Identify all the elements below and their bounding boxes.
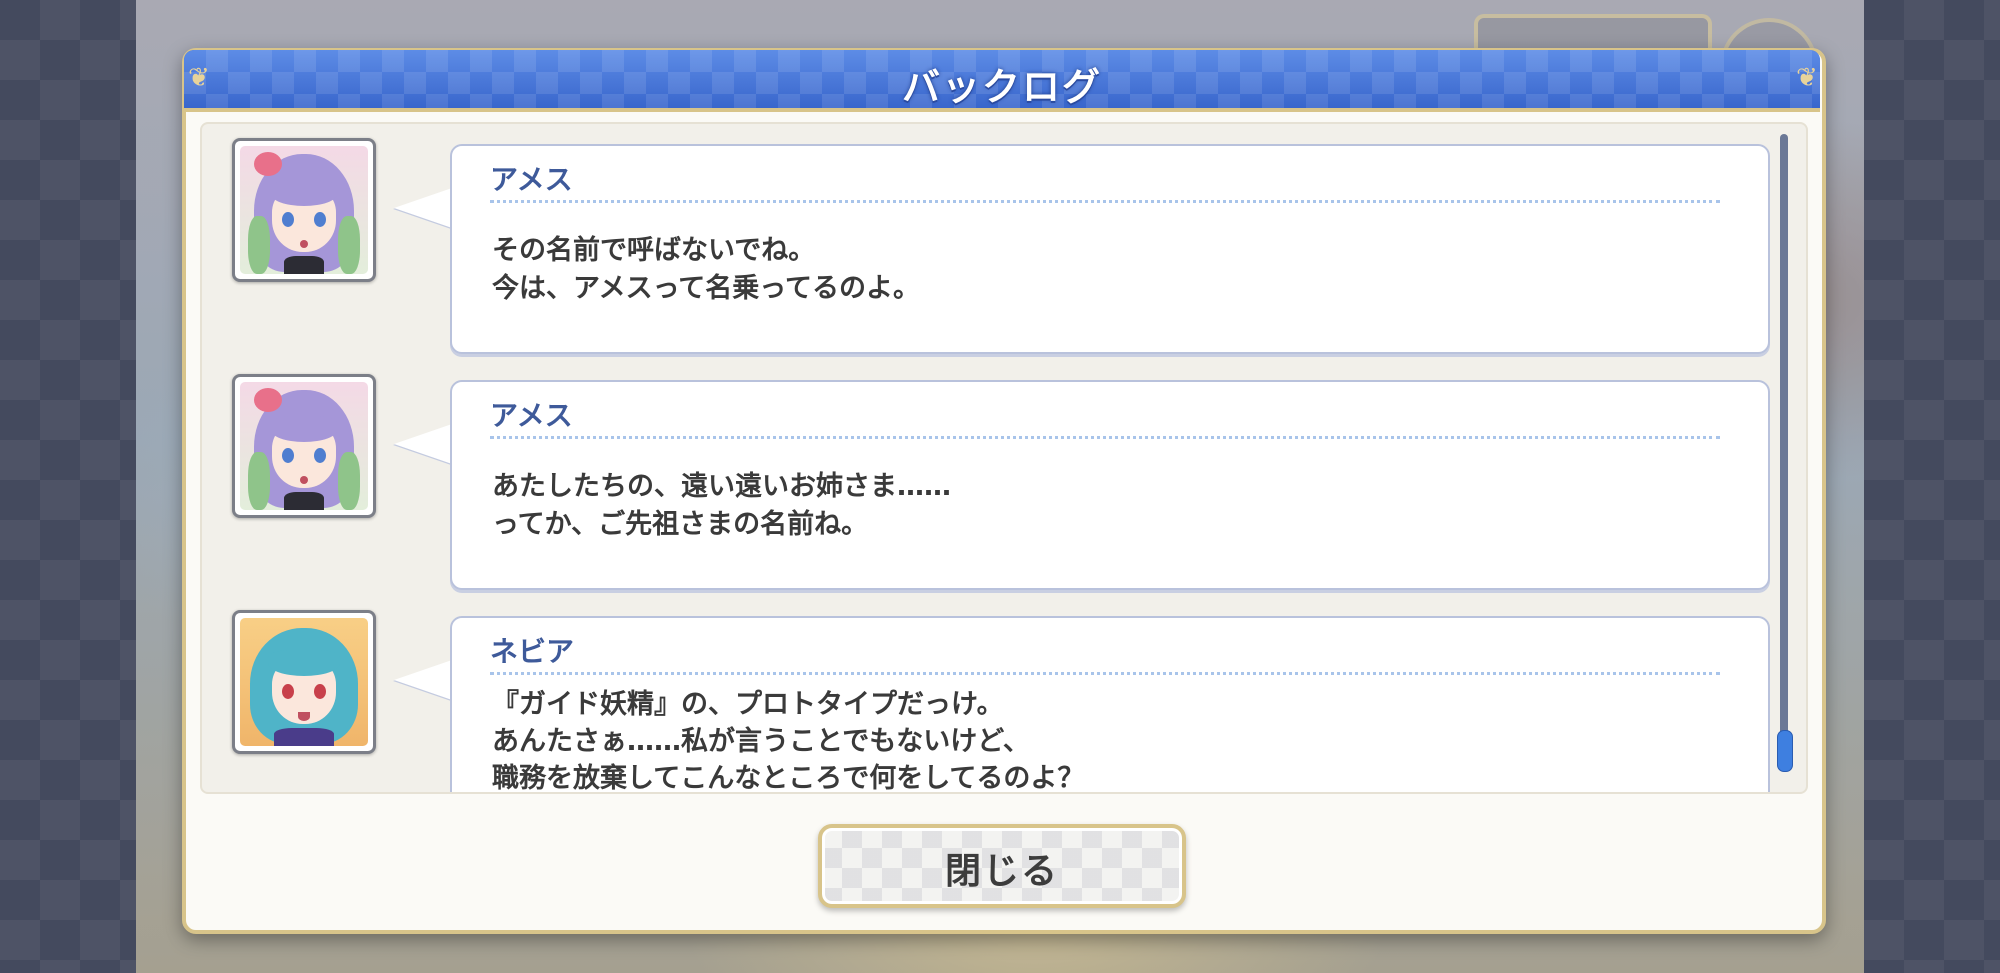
amesu-portrait-icon (232, 138, 376, 282)
dialog-title-bar: ❦ バックログ ❦ (184, 50, 1820, 112)
speech-bubble: アメス その名前で呼ばないでね。 今は、アメスって名乗ってるのよ。 (450, 144, 1770, 354)
name-divider (490, 436, 1720, 439)
close-button-label: 閉じる (944, 851, 1059, 892)
right-side-pattern (1864, 0, 2000, 973)
left-side-pattern (0, 0, 136, 973)
bubble-tail (394, 188, 452, 228)
backlog-entry: ネビア 『ガイド妖精』の、プロトタイプだっけ。 あんたさぁ……私が言うことでもな… (202, 596, 1782, 794)
backlog-dialog: ❦ バックログ ❦ アメス その名前で呼ばないでね。 今は、アメスって名乗ってる… (182, 48, 1826, 934)
corner-ornament-icon: ❦ (1796, 63, 1818, 93)
speaker-name: ネビア (490, 635, 575, 668)
backlog-entry: アメス その名前で呼ばないでね。 今は、アメスって名乗ってるのよ。 (202, 124, 1782, 354)
backlog-list[interactable]: アメス その名前で呼ばないでね。 今は、アメスって名乗ってるのよ。 アメス あた… (200, 122, 1808, 794)
dialogue-line: 職務を放棄してこんなところで何をしてるのよ？ (492, 763, 1085, 794)
speaker-name: アメス (490, 163, 573, 196)
dialogue-line: その名前で呼ばないでね。 (492, 235, 816, 266)
bubble-tail (394, 424, 452, 464)
corner-ornament-icon: ❦ (188, 63, 210, 93)
name-divider (490, 672, 1720, 675)
bubble-tail (394, 660, 452, 700)
speech-bubble: アメス あたしたちの、遠い遠いお姉さま…… ってか、ご先祖さまの名前ね。 (450, 380, 1770, 590)
dialogue-line: あたしたちの、遠い遠いお姉さま…… (492, 471, 951, 502)
dialogue-line: 『ガイド妖精』の、プロトタイプだっけ。 (492, 689, 1004, 720)
close-button[interactable]: 閉じる (818, 824, 1186, 908)
amesu-portrait-icon (232, 374, 376, 518)
backlog-entry: アメス あたしたちの、遠い遠いお姉さま…… ってか、ご先祖さまの名前ね。 (202, 360, 1782, 590)
speaker-name: アメス (490, 399, 573, 432)
dialogue-line: あんたさぁ……私が言うことでもないけど、 (492, 726, 1030, 757)
scrollbar-thumb[interactable] (1777, 730, 1793, 772)
speech-bubble: ネビア 『ガイド妖精』の、プロトタイプだっけ。 あんたさぁ……私が言うことでもな… (450, 616, 1770, 794)
backlog-scrollbar[interactable] (1780, 134, 1788, 770)
name-divider (490, 200, 1720, 203)
dialogue-line: 今は、アメスって名乗ってるのよ。 (492, 273, 920, 304)
nebia-portrait-icon (232, 610, 376, 754)
dialog-title: バックログ (901, 65, 1102, 109)
dialogue-line: ってか、ご先祖さまの名前ね。 (492, 509, 869, 540)
